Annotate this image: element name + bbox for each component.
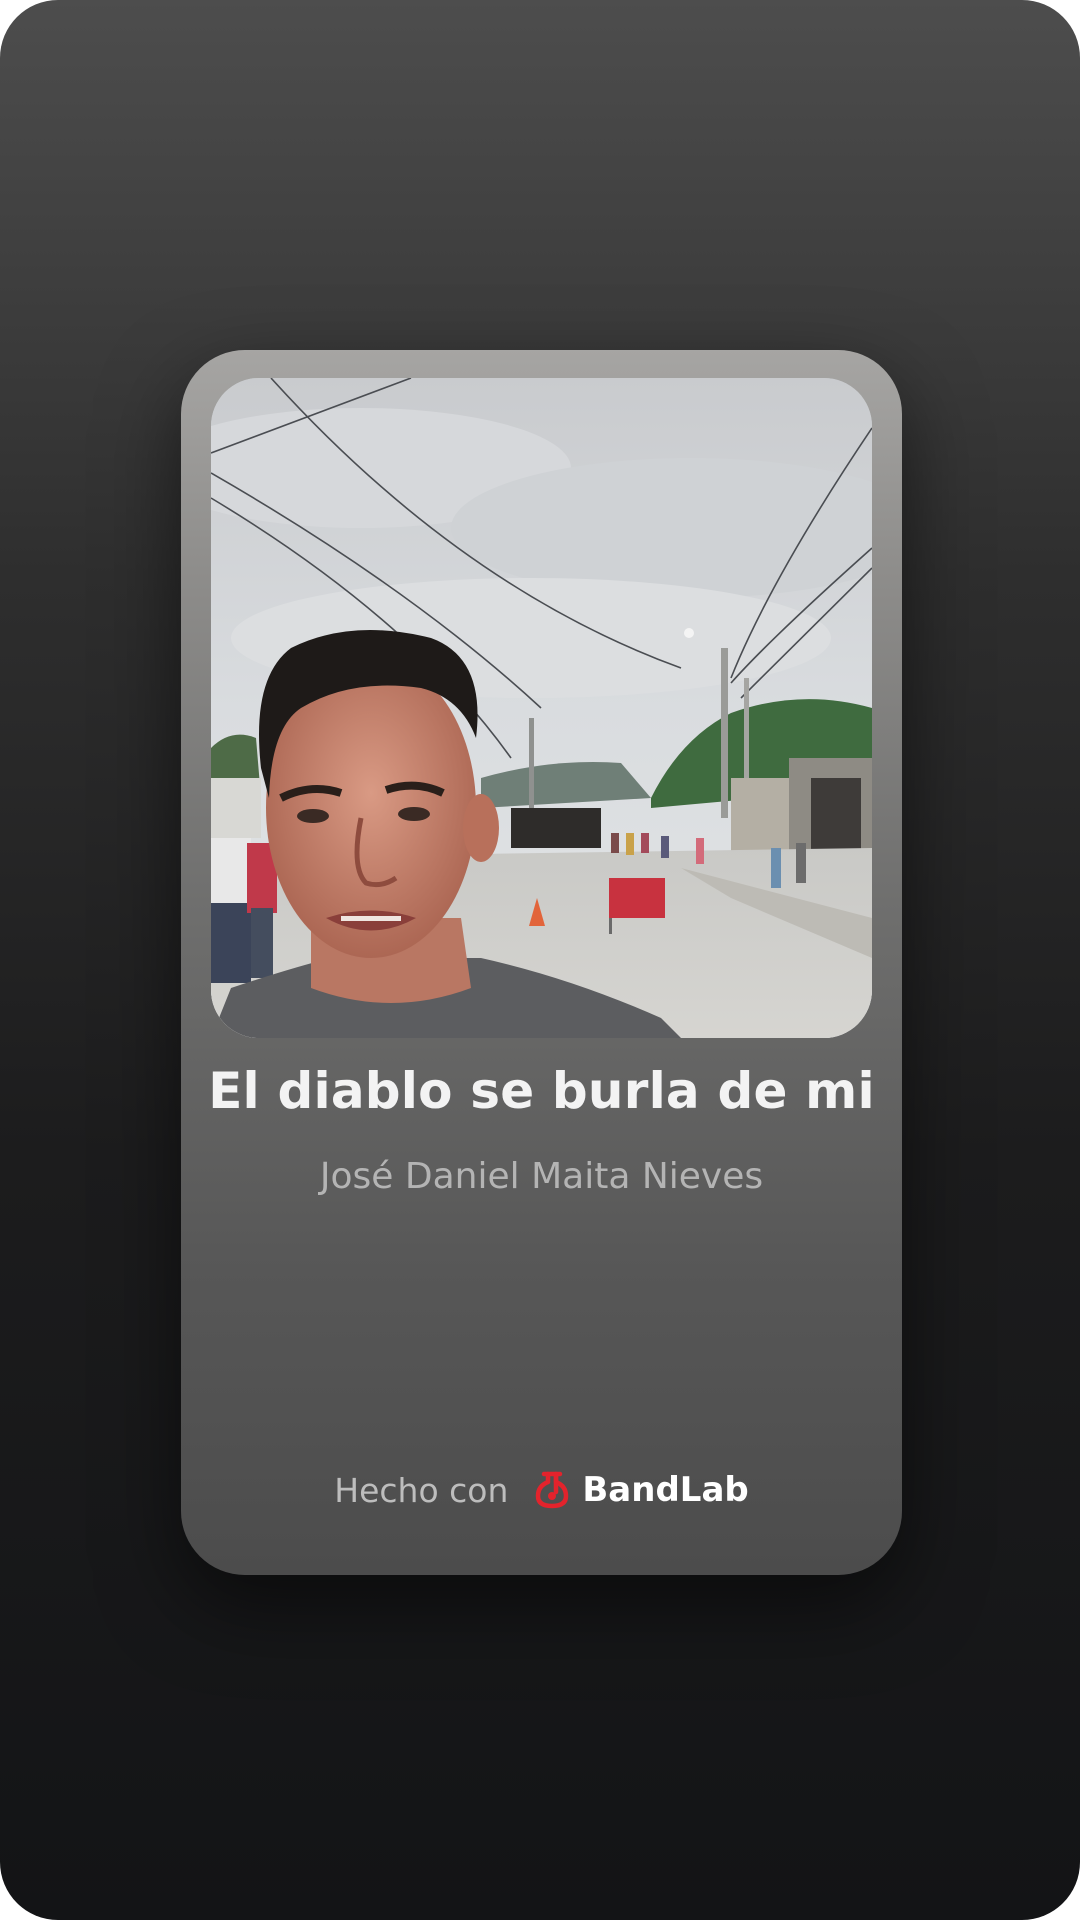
bandlab-logo-icon [536,1471,569,1509]
artist-name: José Daniel Maita Nieves [319,1156,764,1197]
bandlab-wordmark: BandLab [582,1470,749,1510]
made-with-label: Hecho con [334,1470,509,1510]
share-card-screen: El diablo se burla de mi José Daniel Mai… [0,0,1080,1920]
track-card[interactable]: El diablo se burla de mi José Daniel Mai… [181,350,902,1575]
cover-art [211,378,872,1038]
cover-photo [211,378,872,1038]
made-with-bandlab-footer: Hecho con BandLab [181,1465,902,1515]
track-title: El diablo se burla de mi [208,1062,875,1120]
